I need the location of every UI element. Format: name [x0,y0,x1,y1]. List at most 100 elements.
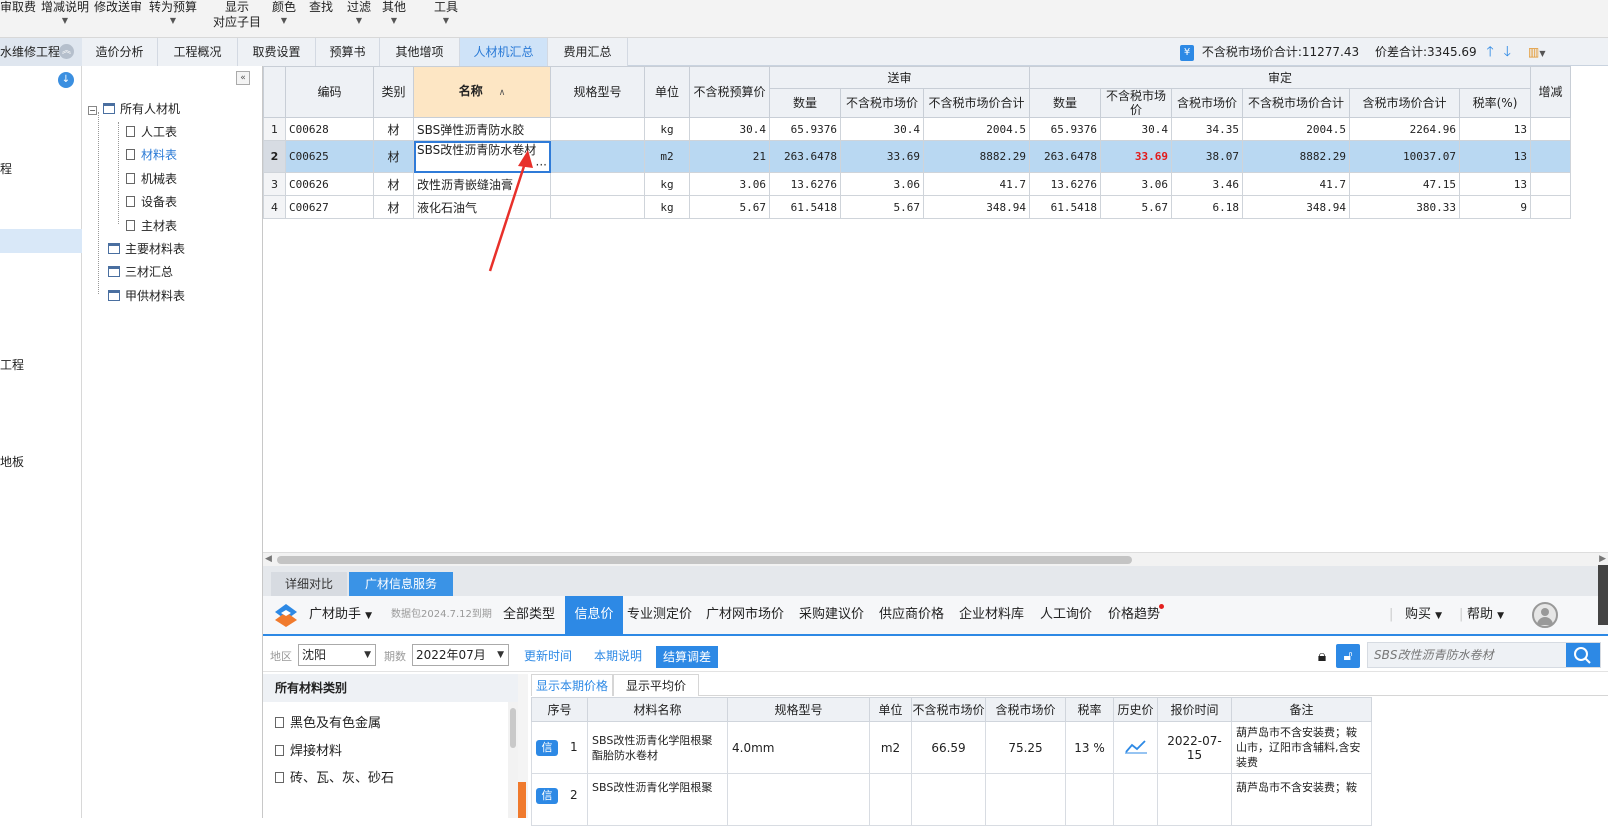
cell-type[interactable]: 材 [373,195,414,219]
table-row-selected[interactable]: 2 C00625 材 SBS改性沥青防水卷材 ··· m2 21 263.6478… [263,140,1571,173]
nav-professional-price[interactable]: 专业测定价 [627,596,692,634]
tree-item-major-material[interactable]: 主要材料表 [108,240,185,257]
cell-tax-rate[interactable]: 13 [1459,140,1531,173]
nav-price-trend[interactable]: 价格趋势 [1108,596,1160,634]
cell-audit-price[interactable]: 33.69 [1100,140,1172,173]
collapse-up-icon[interactable]: ︽ [59,44,74,59]
cell-audit-total[interactable]: 41.7 [1242,172,1350,196]
tab-budget-book[interactable]: 预算书 [316,38,380,66]
nav-supplier-price[interactable]: 供应商价格 [879,596,944,634]
cell-submit-total[interactable]: 2004.5 [923,117,1030,141]
cell-audit-qty[interactable]: 61.5418 [1029,195,1101,219]
panel-splitter[interactable] [518,674,528,818]
cell-audit-price[interactable]: 5.67 [1100,195,1172,219]
cell-audit-price[interactable]: 30.4 [1100,117,1172,141]
cell-audit-tax-total[interactable]: 10037.07 [1349,140,1460,173]
project-title[interactable]: 水维修工程 ︽ [0,38,82,66]
nav-info-price[interactable]: 信息价 [565,596,623,634]
tree-item-machine[interactable]: 机械表 [126,170,177,187]
cell-code[interactable]: C00627 [285,195,374,219]
row-number[interactable]: 4 [263,195,286,219]
table-row[interactable]: 1 C00628 材 SBS弹性沥青防水胶 kg 30.4 65.9376 30… [263,117,1571,141]
sort-up-icon[interactable]: ∧ [499,88,506,98]
tree-item-main-material[interactable]: 主材表 [126,217,177,234]
nav-labor-inquiry[interactable]: 人工询价 [1040,596,1092,634]
cell-submit-total[interactable]: 348.94 [923,195,1030,219]
collapse-left-icon[interactable]: « [236,71,250,85]
update-time-link[interactable]: 更新时间 [519,646,577,666]
header-extra[interactable]: 增减 [1530,66,1571,118]
price-row[interactable]: 信1 SBS改性沥青化学阻根聚酯胎防水卷材 4.0mm m2 66.59 75.… [531,721,1372,774]
project-tree-item[interactable]: 工程 [0,356,24,373]
header-audit-tax-total[interactable]: 含税市场价合计 [1349,88,1460,118]
search-icon[interactable] [1566,643,1600,667]
color-button[interactable]: 颜色 ▼ [270,0,298,27]
cell-extra[interactable] [1530,195,1571,219]
cell-spec[interactable] [550,172,645,196]
modify-submit-button[interactable]: 修改送审 [94,0,142,15]
category-item[interactable]: 黑色及有色金属 [275,712,381,731]
cell-submit-qty[interactable]: 61.5418 [769,195,841,219]
cell-audit-tax-price[interactable]: 3.46 [1171,172,1243,196]
convert-budget-button[interactable]: 转为预算 ▼ [148,0,198,27]
grid-horizontal-scrollbar[interactable]: ◀ ▶ [263,552,1608,566]
cell-extra[interactable] [1530,117,1571,141]
cell-tax-market-price[interactable]: 75.25 [985,721,1066,774]
material-search-input[interactable] [1368,643,1564,667]
filter-button[interactable]: 过滤 ▼ [345,0,373,27]
tab-fee-settings[interactable]: 取费设置 [238,38,316,66]
cell-market-price[interactable]: 66.59 [911,721,986,774]
cell-audit-tax-price[interactable]: 38.07 [1171,140,1243,173]
category-item[interactable]: 焊接材料 [275,740,342,759]
arrow-up-icon[interactable]: 🡑 [1487,44,1494,60]
cell-audit-qty[interactable]: 65.9376 [1029,117,1101,141]
project-tree-item[interactable]: 地板 [0,453,24,470]
header-code[interactable]: 编码 [285,66,374,118]
cell-unit[interactable]: kg [644,195,690,219]
cell-submit-qty[interactable]: 263.6478 [769,140,841,173]
settings-menu-icon[interactable]: ▥▼ [1528,38,1546,66]
find-button[interactable]: 查找 [308,0,334,15]
minus-box-icon[interactable]: − [88,106,97,115]
tools-button[interactable]: 工具 ▼ [432,0,460,27]
cell-extra[interactable] [1530,140,1571,173]
nav-purchase-price[interactable]: 采购建议价 [799,596,864,634]
cell-type[interactable]: 材 [373,117,414,141]
cell-audit-tax-total[interactable]: 47.15 [1349,172,1460,196]
category-scrollbar[interactable] [508,702,518,818]
cell-type[interactable]: 材 [373,140,414,173]
header-audit-tax-price[interactable]: 含税市场价 [1171,88,1243,118]
increase-decrease-note-button[interactable]: 增减说明 ▼ [41,0,89,27]
header-audit-market-total[interactable]: 不含税市场价合计 [1242,88,1350,118]
cell-unit[interactable]: kg [644,117,690,141]
scroll-right-icon[interactable]: ▶ [1599,554,1606,564]
scroll-left-icon[interactable]: ◀ [265,554,272,564]
cell-audit-price[interactable]: 3.06 [1100,172,1172,196]
region-select[interactable]: 沈阳 ▼ [298,644,376,666]
download-icon[interactable]: ↓ [58,72,74,88]
cell-spec[interactable] [550,117,645,141]
table-row[interactable]: 4 C00627 材 液化石油气 kg 5.67 61.5418 5.67 34… [263,195,1571,219]
cell-submit-price[interactable]: 30.4 [840,117,924,141]
category-item[interactable]: 砖、瓦、灰、砂石 [275,767,394,786]
tab-cost-analysis[interactable]: 造价分析 [82,38,158,66]
tree-item-material[interactable]: 材料表 [126,146,177,163]
cell-spec[interactable] [550,140,645,173]
cell-code[interactable]: C00628 [285,117,374,141]
buy-menu[interactable]: 购买 ▼ [1405,596,1442,634]
cell-remark[interactable]: 葫芦岛市不含安装费；鞍山市，辽阳市含辅料,含安装费 [1231,721,1372,774]
cell-unit[interactable]: kg [644,172,690,196]
cell-extra[interactable] [1530,172,1571,196]
tab-labor-material-summary[interactable]: 人材机汇总 [460,38,548,66]
cell-audit-qty[interactable]: 13.6276 [1029,172,1101,196]
nav-all-types[interactable]: 全部类型 [503,596,555,634]
cell-submit-price[interactable]: 3.06 [840,172,924,196]
table-row[interactable]: 3 C00626 材 改性沥青嵌缝油膏 kg 3.06 13.6276 3.06… [263,172,1571,196]
cell-audit-tax-total[interactable]: 2264.96 [1349,117,1460,141]
tab-current-price[interactable]: 显示本期价格 [531,674,613,696]
cell-budget-price[interactable]: 5.67 [689,195,770,219]
row-number[interactable]: 1 [263,117,286,141]
cell-submit-price[interactable]: 5.67 [840,195,924,219]
cell-audit-total[interactable]: 2004.5 [1242,117,1350,141]
scroll-thumb[interactable] [277,556,1132,564]
